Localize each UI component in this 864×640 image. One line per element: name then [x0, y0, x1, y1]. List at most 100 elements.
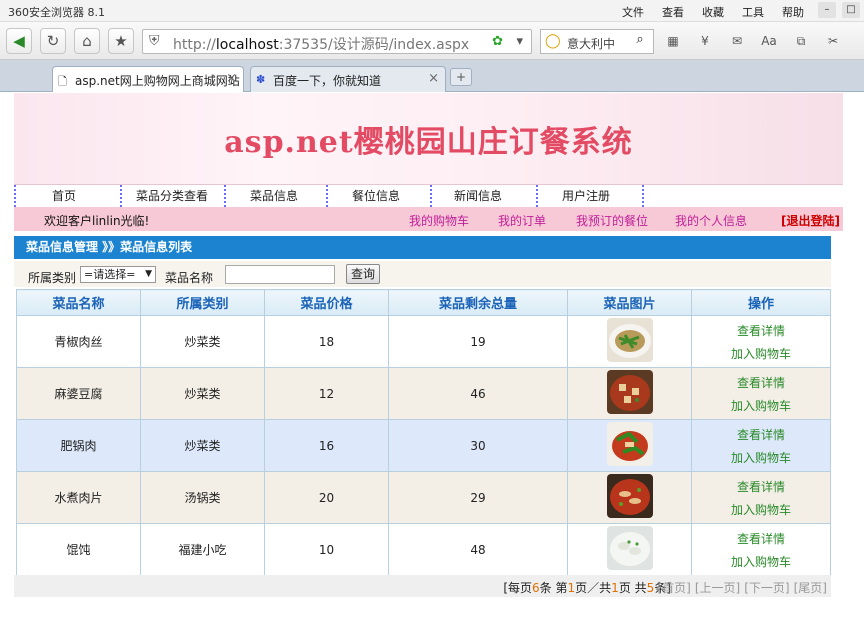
dish-stock: 29: [388, 471, 568, 524]
prev-page-link[interactable]: [上一页]: [695, 579, 740, 596]
pager-links: [首页] [上一页] [下一页] [尾页]: [658, 579, 828, 596]
actions-cell: 查看详情 加入购物车: [691, 471, 831, 524]
category-label: 所属类别: [28, 271, 77, 285]
table-row: 青椒肉丝 炒菜类 18 19 查看详情 加入购物车: [16, 315, 831, 368]
search-input[interactable]: 意大利中: [567, 35, 627, 52]
window-controls: – □: [818, 2, 860, 18]
first-page-link[interactable]: [首页]: [658, 579, 691, 596]
tab-shop[interactable]: 🗋 asp.net网上购物网上商城网站 ×: [52, 66, 244, 92]
dish-name: 肥锅肉: [16, 419, 141, 472]
dish-image-cell: [567, 315, 692, 368]
nav-categories[interactable]: 菜品分类查看: [120, 185, 224, 207]
dish-price: 16: [264, 419, 389, 472]
col-price: 菜品价格: [264, 289, 389, 316]
dish-category: 炒菜类: [140, 419, 265, 472]
dish-price: 20: [264, 471, 389, 524]
dish-photo: [606, 526, 653, 570]
dish-image-cell: [567, 471, 692, 524]
view-details-link[interactable]: 查看详情: [737, 426, 785, 443]
user-bar: 欢迎客户linlin光临! 我的购物车 我的订单 我预订的餐位 我的个人信息 […: [14, 207, 843, 231]
back-icon[interactable]: ◀: [6, 28, 32, 54]
menu-favorites[interactable]: 收藏: [702, 4, 724, 20]
col-dish-name: 菜品名称: [16, 289, 141, 316]
col-stock: 菜品剩余总量: [388, 289, 568, 316]
menu-help[interactable]: 帮助: [782, 4, 804, 20]
next-page-link[interactable]: [下一页]: [744, 579, 789, 596]
dish-photo: [606, 422, 653, 466]
view-details-link[interactable]: 查看详情: [737, 374, 785, 391]
dish-photo: [606, 318, 653, 362]
view-details-link[interactable]: 查看详情: [737, 322, 785, 339]
dish-name: 麻婆豆腐: [16, 367, 141, 420]
dish-price: 12: [264, 367, 389, 420]
close-icon[interactable]: ×: [226, 71, 237, 86]
reserved-seats-link[interactable]: 我预订的餐位: [576, 212, 648, 229]
table-row: 水煮肉片 汤锅类 20 29 查看详情 加入购物车: [16, 471, 831, 524]
chevron-down-icon[interactable]: ▾: [516, 34, 523, 49]
close-icon[interactable]: ×: [428, 71, 439, 86]
paw-icon: ✽: [256, 73, 266, 86]
tab-bar: 🗋 asp.net网上购物网上商城网站 × ✽ 百度一下，你就知道 ×: [0, 60, 864, 92]
cart-link[interactable]: 我的购物车: [409, 212, 469, 229]
add-to-cart-link[interactable]: 加入购物车: [731, 553, 791, 570]
nav-news[interactable]: 新闻信息: [430, 185, 536, 207]
new-tab-button[interactable]: +: [450, 68, 472, 86]
bookmark-icon[interactable]: ✉: [726, 32, 748, 50]
address-text[interactable]: http://localhost:37535/设计源码/index.aspx: [173, 34, 469, 54]
screenshot-icon[interactable]: ⧉: [790, 32, 812, 50]
browser-menu: 文件 查看 收藏 工具 帮助: [622, 4, 804, 20]
view-details-link[interactable]: 查看详情: [737, 530, 785, 547]
speed-icon[interactable]: ✿: [492, 34, 503, 49]
minimize-icon[interactable]: –: [818, 2, 836, 18]
col-image: 菜品图片: [567, 289, 692, 316]
more-icon[interactable]: ✂: [822, 32, 844, 50]
view-details-link[interactable]: 查看详情: [737, 478, 785, 495]
tab-title: 百度一下，你就知道: [273, 74, 382, 88]
chevron-down-icon: ▼: [145, 269, 152, 279]
search-engine-icon[interactable]: ◯: [545, 33, 561, 49]
dish-image-cell: [567, 419, 692, 472]
search-icon[interactable]: ⌕: [629, 32, 651, 51]
nav-seats[interactable]: 餐位信息: [326, 185, 430, 207]
add-to-cart-link[interactable]: 加入购物车: [731, 345, 791, 362]
col-category: 所属类别: [140, 289, 265, 316]
profile-link[interactable]: 我的个人信息: [675, 212, 747, 229]
menu-file[interactable]: 文件: [622, 4, 644, 20]
translate-icon[interactable]: Aa: [758, 32, 780, 50]
maximize-icon[interactable]: □: [842, 2, 860, 18]
menu-view[interactable]: 查看: [662, 4, 684, 20]
table-row: 麻婆豆腐 炒菜类 12 46 查看详情 加入购物车: [16, 367, 831, 420]
search-button[interactable]: 查询: [346, 264, 380, 284]
logout-link[interactable]: [退出登陆]: [781, 212, 840, 229]
add-to-cart-link[interactable]: 加入购物车: [731, 449, 791, 466]
orders-link[interactable]: 我的订单: [498, 212, 546, 229]
refresh-icon[interactable]: ↻: [40, 28, 66, 54]
browser-titlebar: 360安全浏览器 8.1 文件 查看 收藏 工具 帮助 – □: [0, 0, 864, 22]
category-select[interactable]: =请选择= ▼: [80, 266, 156, 283]
section-header: 菜品信息管理 》》菜品信息列表: [14, 236, 831, 259]
nav-home[interactable]: 首页: [14, 185, 120, 207]
dish-stock: 30: [388, 419, 568, 472]
actions-cell: 查看详情 加入购物车: [691, 367, 831, 420]
menu-tools[interactable]: 工具: [742, 4, 764, 20]
actions-cell: 查看详情 加入购物车: [691, 315, 831, 368]
dish-name-label: 菜品名称: [165, 271, 214, 285]
dish-name: 馄饨: [16, 523, 141, 576]
home-icon[interactable]: ⌂: [74, 28, 100, 54]
search-box[interactable]: ◯ 意大利中 ⌕: [540, 29, 654, 54]
last-page-link[interactable]: [尾页]: [794, 579, 827, 596]
dish-name-input[interactable]: [225, 265, 335, 284]
actions-cell: 查看详情 加入购物车: [691, 523, 831, 576]
site-banner: asp.net樱桃园山庄订餐系统: [14, 93, 843, 185]
security-icon[interactable]: ¥: [694, 32, 716, 50]
address-bar[interactable]: ⛨ http://localhost:37535/设计源码/index.aspx…: [142, 29, 532, 54]
add-to-cart-link[interactable]: 加入购物车: [731, 501, 791, 518]
favorite-star-icon[interactable]: ★: [108, 28, 134, 54]
nav-register[interactable]: 用户注册: [536, 185, 642, 207]
apps-icon[interactable]: ▦: [662, 32, 684, 50]
app-title: 360安全浏览器 8.1: [8, 6, 105, 19]
add-to-cart-link[interactable]: 加入购物车: [731, 397, 791, 414]
nav-dishes[interactable]: 菜品信息: [224, 185, 326, 207]
browser-toolbar: ◀ ↻ ⌂ ★ ⛨ http://localhost:37535/设计源码/in…: [0, 22, 864, 60]
tab-baidu[interactable]: ✽ 百度一下，你就知道 ×: [250, 66, 446, 92]
